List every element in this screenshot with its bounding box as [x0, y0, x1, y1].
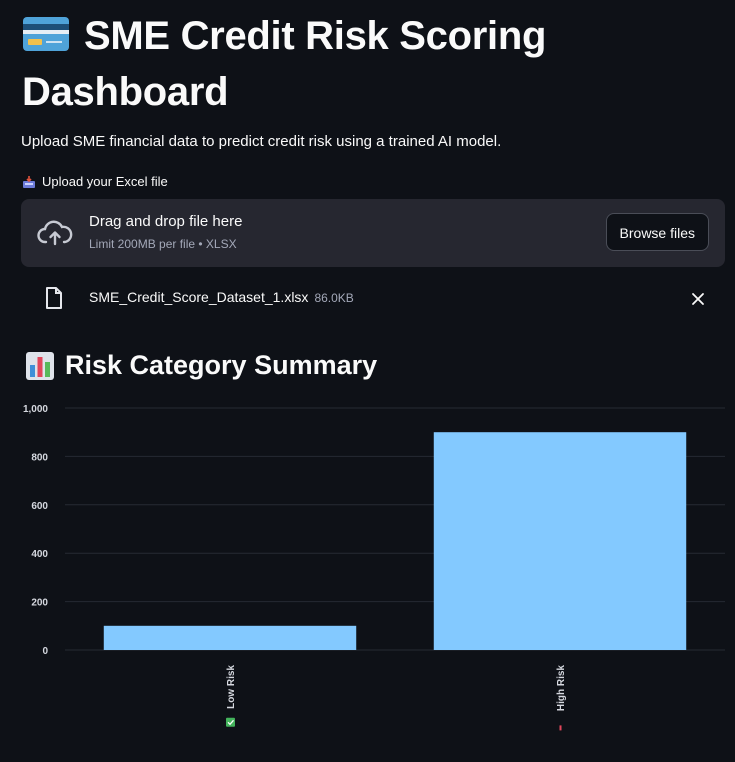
page-title-text: SME Credit Risk Scoring Dashboard [22, 14, 547, 114]
y-tick-label: 0 [42, 646, 48, 657]
page-subtitle: Upload SME financial data to predict cre… [21, 133, 502, 150]
file-icon [46, 287, 62, 309]
bar-low-risk [103, 625, 357, 650]
page-title: SME Credit Risk Scoring Dashboard [22, 10, 622, 118]
close-icon[interactable] [691, 292, 705, 306]
y-tick-label: 400 [31, 549, 48, 560]
y-tick-label: 200 [31, 598, 48, 609]
y-tick-label: 600 [31, 501, 48, 512]
bar-high-risk [433, 432, 687, 650]
uploaded-file-name: SME_Credit_Score_Dataset_1.xlsx 86.0KB [89, 289, 354, 305]
app-page: SME Credit Risk Scoring Dashboard Upload… [0, 0, 735, 762]
bar-chart-icon [26, 351, 54, 380]
credit-card-icon [22, 14, 70, 66]
cloud-upload-icon [37, 220, 73, 246]
y-tick-label: 800 [31, 452, 48, 463]
dropzone-limit: Limit 200MB per file • XLSX [89, 237, 237, 251]
x-tick-label: High Risk [556, 665, 567, 712]
inbox-tray-icon [22, 175, 36, 189]
upload-label: Upload your Excel file [22, 174, 168, 189]
file-dropzone[interactable]: Drag and drop file here Limit 200MB per … [21, 199, 725, 267]
y-tick-label: 1,000 [23, 404, 48, 415]
file-size: 86.0KB [314, 291, 354, 305]
section-title: Risk Category Summary [25, 350, 377, 381]
dropzone-title: Drag and drop file here [89, 213, 243, 230]
browse-files-button[interactable]: Browse files [605, 213, 709, 251]
x-tick-label: Low Risk [226, 665, 237, 709]
risk-category-bar-chart: 0 200 400 600 800 1,000 Low Risk High Risk [23, 404, 725, 731]
section-title-text: Risk Category Summary [65, 350, 378, 380]
file-name-text: SME_Credit_Score_Dataset_1.xlsx [89, 289, 309, 305]
uploaded-file-row: SME_Credit_Score_Dataset_1.xlsx 86.0KB [21, 282, 725, 316]
green-check-icon [226, 717, 235, 727]
upload-label-text: Upload your Excel file [42, 174, 168, 189]
